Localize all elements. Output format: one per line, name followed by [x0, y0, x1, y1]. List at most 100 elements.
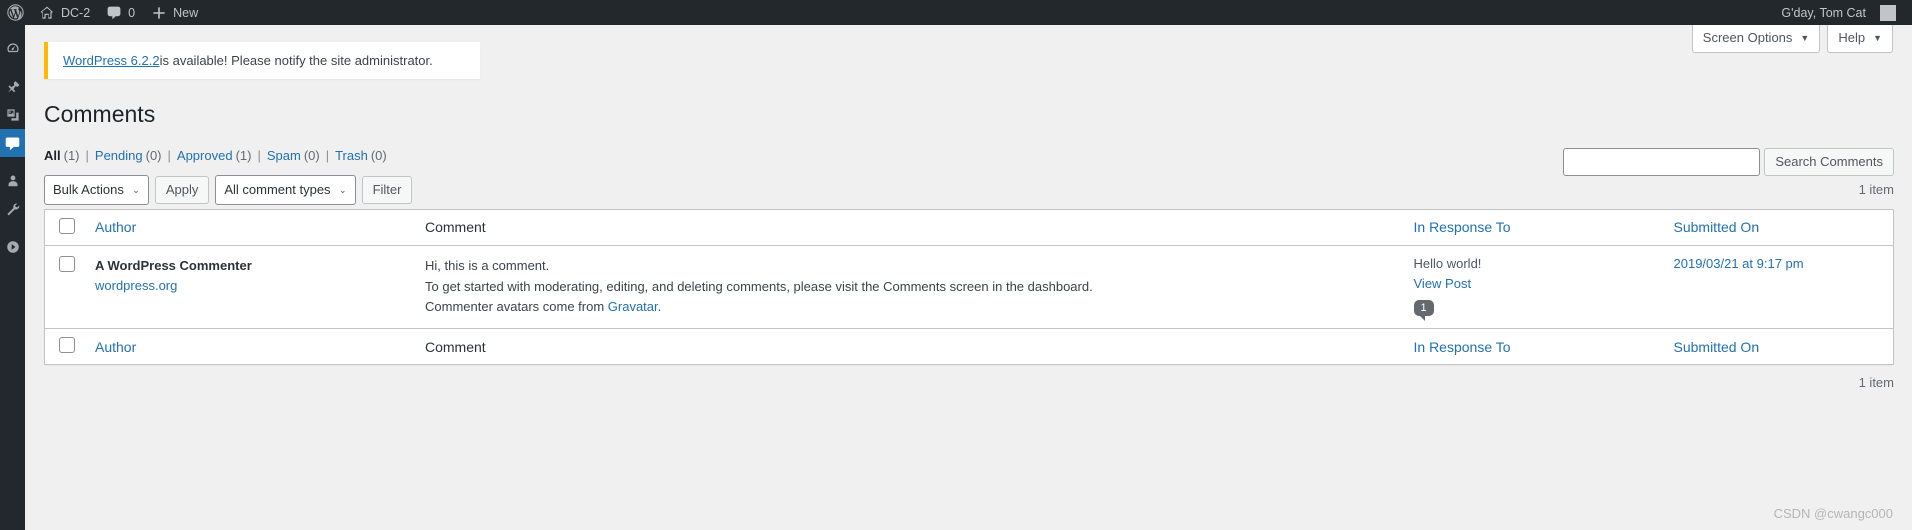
media-images-icon: [5, 107, 21, 123]
new-content-label: New: [173, 5, 199, 20]
plus-icon: [151, 5, 167, 21]
filter-pending-link[interactable]: Pending: [95, 148, 143, 163]
apply-button[interactable]: Apply: [154, 175, 210, 204]
filter-all-link[interactable]: All: [44, 148, 61, 163]
wrench-icon: [5, 201, 21, 217]
screen-options-button[interactable]: Screen Options ▼: [1691, 25, 1821, 54]
wordpress-version-link[interactable]: WordPress 6.2.2: [63, 53, 160, 68]
comment-type-select[interactable]: All comment types ⌄: [215, 174, 356, 205]
select-all-footer: [44, 328, 85, 365]
sidebar-item-posts[interactable]: [0, 73, 25, 101]
search-input[interactable]: [1563, 147, 1761, 176]
notice-text: is available! Please notify the site adm…: [159, 53, 433, 68]
filter-divider: |: [325, 147, 330, 163]
page-wrap: Comments All (1) | Pending (0) | Approve…: [44, 91, 1894, 390]
row-checkbox[interactable]: [59, 255, 75, 272]
filter-spam[interactable]: Spam (0) |: [267, 148, 335, 163]
my-account-menu[interactable]: G'day, Tom Cat: [1773, 0, 1912, 25]
chevron-down-icon: ▼: [1800, 32, 1810, 43]
sidebar-item-tools[interactable]: [0, 195, 25, 223]
filter-pending[interactable]: Pending (0) |: [95, 148, 177, 163]
sidebar-item-users[interactable]: [0, 167, 25, 195]
comments-count-label: 0: [128, 5, 136, 20]
home-icon: [39, 5, 55, 21]
wordpress-logo-icon: [7, 4, 24, 21]
page-title: Comments: [44, 101, 156, 127]
table-head: Author Comment In Response To Submitted …: [44, 209, 1894, 246]
response-post-title[interactable]: Hello world!: [1414, 256, 1654, 271]
filter-spam-count: (0): [303, 147, 320, 163]
filter-trash[interactable]: Trash (0): [335, 148, 387, 163]
select-all-checkbox-footer[interactable]: [59, 337, 75, 354]
select-all-header: [44, 209, 85, 246]
sidebar-item-dashboard[interactable]: [0, 35, 25, 63]
column-date[interactable]: Submitted On: [1663, 209, 1894, 246]
table-header-row: Author Comment In Response To Submitted …: [44, 209, 1894, 246]
column-response-footer[interactable]: In Response To: [1403, 328, 1664, 365]
dashboard-gauge-icon: [5, 41, 21, 57]
admin-bar: DC-2 0 New G'day, Tom Cat: [0, 0, 1912, 25]
pin-icon: [5, 79, 21, 95]
tablenav-top: Bulk Actions ⌄ Apply All comment types ⌄…: [44, 174, 1894, 205]
table-footer-row: Author Comment In Response To Submitted …: [44, 328, 1894, 365]
filter-button[interactable]: Filter: [361, 175, 413, 204]
filter-approved-count: (1): [235, 147, 252, 163]
filter-approved-link[interactable]: Approved: [177, 148, 233, 163]
date-cell: 2019/03/21 at 9:17 pm: [1664, 245, 1894, 328]
comment-line-2: To get started with moderating, editing,…: [425, 278, 1093, 294]
comment-bubble-icon: [106, 5, 122, 21]
filter-all-count: (1): [63, 147, 80, 163]
comment-cell: Hi, this is a comment. To get started wi…: [415, 245, 1404, 328]
author-name: A WordPress Commenter: [95, 257, 252, 273]
item-count-top: 1 item: [1858, 182, 1894, 198]
author-cell: A WordPress Commenter wordpress.org: [85, 245, 415, 328]
row-select-cell: [45, 245, 86, 328]
gravatar-link[interactable]: Gravatar: [608, 299, 658, 314]
author-site-link[interactable]: wordpress.org: [95, 278, 405, 293]
column-response[interactable]: In Response To: [1403, 209, 1664, 246]
filter-all[interactable]: All (1) |: [44, 148, 95, 163]
site-name-menu[interactable]: DC-2: [31, 0, 98, 25]
column-author-footer[interactable]: Author: [85, 328, 415, 365]
sidebar-item-media[interactable]: [0, 101, 25, 129]
watermark: CSDN @cwangc000: [1773, 506, 1893, 521]
comment-line-3: Commenter avatars come from Gravatar.: [425, 297, 1394, 318]
update-notice: WordPress 6.2.2 is available! Please not…: [44, 42, 480, 79]
comment-line-1: Hi, this is a comment.: [425, 257, 550, 273]
admin-sidebar-menu: [0, 25, 31, 530]
user-icon: [5, 173, 21, 189]
table-body: A WordPress Commenter wordpress.org Hi, …: [45, 245, 1894, 328]
column-comment: Comment: [415, 209, 1404, 246]
new-content-menu[interactable]: New: [143, 0, 206, 25]
greeting-label: G'day, Tom Cat: [1781, 5, 1866, 20]
comment-type-value: All comment types: [224, 181, 331, 197]
wordpress-logo-button[interactable]: [0, 0, 31, 25]
collapse-arrow-icon: [5, 239, 21, 255]
column-comment-footer: Comment: [415, 328, 1404, 365]
sidebar-item-comments[interactable]: [0, 129, 31, 157]
admin-content-area: Screen Options ▼ Help ▼ WordPress 6.2.2 …: [25, 25, 1912, 530]
column-author[interactable]: Author: [85, 209, 415, 246]
select-all-checkbox[interactable]: [59, 217, 75, 234]
comments-bubble-button[interactable]: 0: [98, 0, 143, 25]
search-box: Search Comments: [1563, 147, 1894, 176]
filter-trash-link[interactable]: Trash: [335, 148, 368, 163]
help-button[interactable]: Help ▼: [1827, 25, 1893, 54]
filter-spam-link[interactable]: Spam: [267, 148, 301, 163]
search-comments-button[interactable]: Search Comments: [1764, 147, 1894, 176]
chevron-down-icon: ⌄: [339, 184, 347, 195]
filter-approved[interactable]: Approved (1) |: [177, 148, 267, 163]
comment-line-3-post: .: [657, 299, 662, 315]
column-date-footer[interactable]: Submitted On: [1663, 328, 1894, 365]
bulk-actions-select[interactable]: Bulk Actions ⌄: [44, 174, 149, 205]
view-post-link[interactable]: View Post: [1414, 276, 1654, 291]
submitted-on-link[interactable]: 2019/03/21 at 9:17 pm: [1674, 256, 1884, 271]
post-comment-count-badge[interactable]: 1: [1413, 299, 1434, 321]
comment-bubble-icon: [4, 135, 21, 152]
bulk-actions-value: Bulk Actions: [53, 181, 124, 197]
filter-trash-count: (0): [370, 147, 387, 163]
help-label: Help: [1838, 30, 1866, 45]
sidebar-item-collapse[interactable]: [0, 233, 25, 261]
